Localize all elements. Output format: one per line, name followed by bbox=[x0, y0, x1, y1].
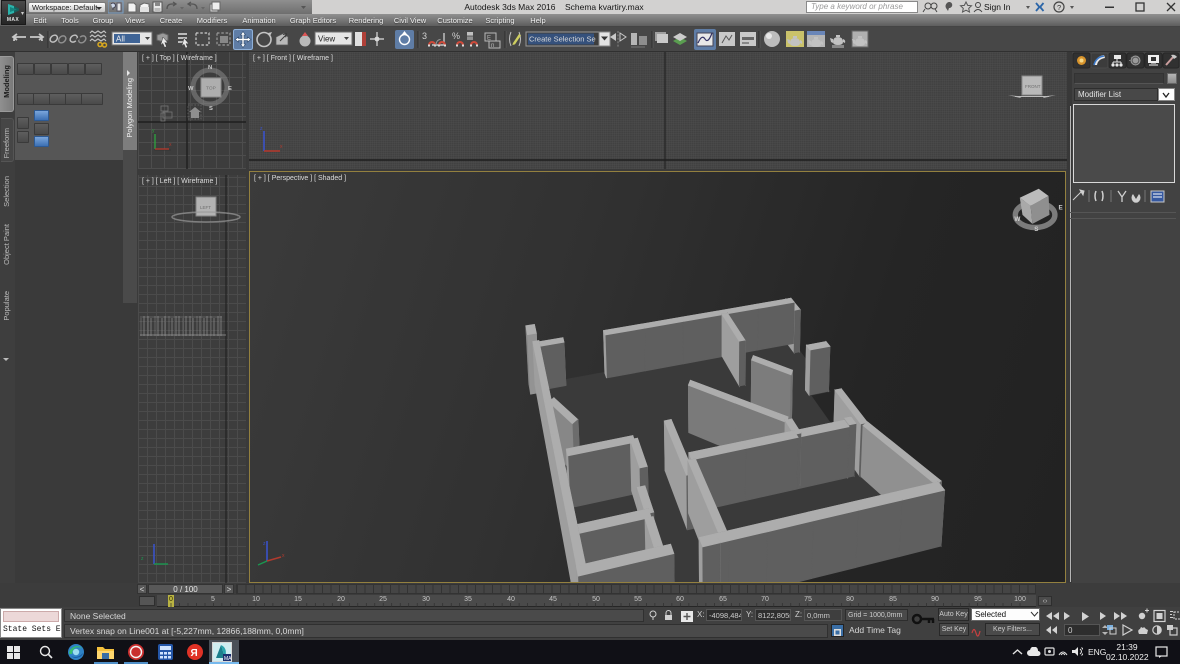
svg-text:z: z bbox=[260, 126, 263, 132]
svg-text:3: 3 bbox=[422, 31, 427, 41]
svg-text:View: View bbox=[318, 35, 335, 44]
svg-text:Create Selection Se: Create Selection Se bbox=[529, 35, 596, 44]
svg-text:S: S bbox=[1034, 226, 1038, 232]
svg-text:?: ? bbox=[1057, 3, 1061, 12]
svg-text:x: x bbox=[280, 144, 283, 150]
svg-text:n: n bbox=[491, 43, 494, 49]
svg-text:E: E bbox=[1059, 205, 1063, 212]
svg-text:S: S bbox=[209, 106, 213, 112]
svg-text:LEFT: LEFT bbox=[200, 205, 211, 210]
svg-text:x: x bbox=[169, 142, 172, 148]
svg-text:%: % bbox=[452, 31, 460, 41]
svg-text:W: W bbox=[188, 86, 194, 92]
svg-text:TOP: TOP bbox=[206, 86, 216, 92]
svg-text:Я: Я bbox=[191, 648, 198, 659]
svg-text:W: W bbox=[1014, 216, 1020, 223]
svg-text:z: z bbox=[263, 541, 266, 547]
svg-text:All: All bbox=[116, 35, 125, 44]
svg-text:z: z bbox=[141, 556, 144, 562]
svg-text:FRONT: FRONT bbox=[1025, 84, 1041, 89]
svg-text:N: N bbox=[208, 65, 212, 71]
svg-text:Sign In: Sign In bbox=[984, 2, 1011, 12]
svg-text:x: x bbox=[282, 553, 285, 559]
svg-text:E: E bbox=[228, 86, 232, 92]
